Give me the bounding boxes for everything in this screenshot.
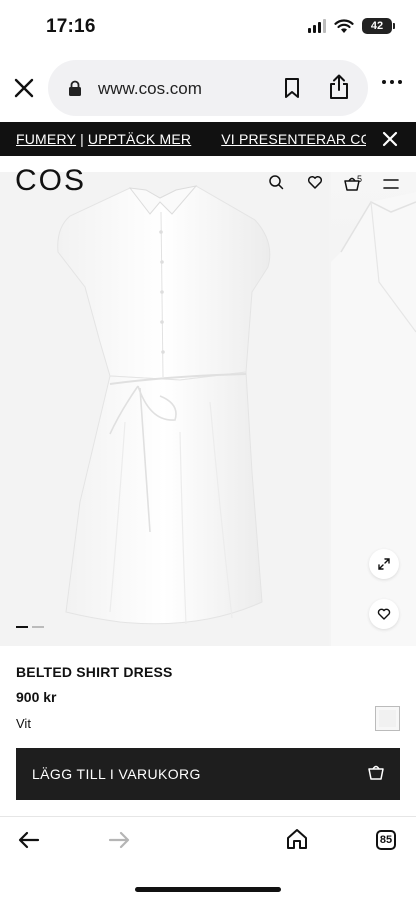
gallery-dot[interactable]	[32, 626, 44, 628]
wishlist-image-button[interactable]	[369, 599, 399, 629]
cos-logo[interactable]: COS	[15, 164, 86, 198]
close-icon[interactable]	[10, 74, 38, 102]
product-gallery[interactable]	[0, 172, 416, 646]
url-field[interactable]: www.cos.com	[48, 60, 368, 116]
share-icon[interactable]	[328, 74, 350, 100]
promo-close-button[interactable]	[366, 122, 416, 156]
dress-illustration	[57, 185, 271, 625]
promo-link-fumery[interactable]: FUMERY	[16, 131, 76, 147]
wifi-icon	[334, 18, 354, 33]
bookmark-icon[interactable]	[283, 77, 301, 99]
signal-icon	[308, 19, 326, 33]
promo-link-introducing[interactable]: VI PRESENTERAR CO	[221, 131, 371, 147]
color-swatch[interactable]	[375, 706, 400, 731]
tabs-icon[interactable]: 85	[376, 830, 396, 850]
product-name: BELTED SHIRT DRESS	[16, 664, 173, 680]
home-icon[interactable]	[286, 828, 308, 850]
promo-banner: FUMERY | UPPTÄCK MER VI PRESENTERAR CO	[0, 122, 416, 156]
product-price: 900 kr	[16, 689, 57, 705]
product-image-main[interactable]	[0, 172, 329, 646]
browser-toolbar: 85	[0, 816, 416, 900]
heart-icon[interactable]	[307, 174, 323, 190]
promo-separator: |	[80, 131, 84, 147]
search-icon[interactable]	[268, 174, 284, 190]
bag-icon	[368, 765, 384, 780]
browser-address-bar: www.cos.com	[0, 56, 416, 122]
gallery-pagination	[16, 626, 44, 628]
promo-text: FUMERY | UPPTÄCK MER VI PRESENTERAR CO	[16, 131, 372, 147]
back-arrow-icon[interactable]	[18, 831, 40, 849]
battery-level: 42	[370, 20, 384, 32]
home-indicator	[135, 887, 281, 892]
bag-count: 5	[357, 174, 363, 184]
product-color-label: Vit	[16, 716, 31, 731]
color-swatch-fill	[379, 710, 396, 727]
tabs-count: 85	[379, 834, 393, 846]
menu-icon[interactable]	[383, 178, 399, 190]
heart-icon	[377, 608, 391, 620]
status-bar: 17:16 42	[0, 0, 416, 56]
url-text[interactable]: www.cos.com	[98, 79, 202, 99]
battery-icon: 42	[362, 18, 395, 34]
add-to-bag-label: LÄGG TILL I VARUKORG	[32, 766, 201, 782]
lock-icon	[69, 80, 81, 96]
more-icon[interactable]	[382, 80, 402, 84]
expand-icon	[378, 558, 390, 570]
promo-link-discover[interactable]: UPPTÄCK MER	[88, 131, 191, 147]
site-header: COS 5	[0, 156, 416, 202]
forward-arrow-icon[interactable]	[108, 831, 130, 849]
gallery-dot-active[interactable]	[16, 626, 28, 628]
close-icon	[382, 131, 398, 147]
status-time: 17:16	[46, 16, 96, 37]
zoom-button[interactable]	[369, 549, 399, 579]
status-icons: 42	[308, 18, 395, 34]
add-to-bag-button[interactable]: LÄGG TILL I VARUKORG	[16, 748, 400, 800]
